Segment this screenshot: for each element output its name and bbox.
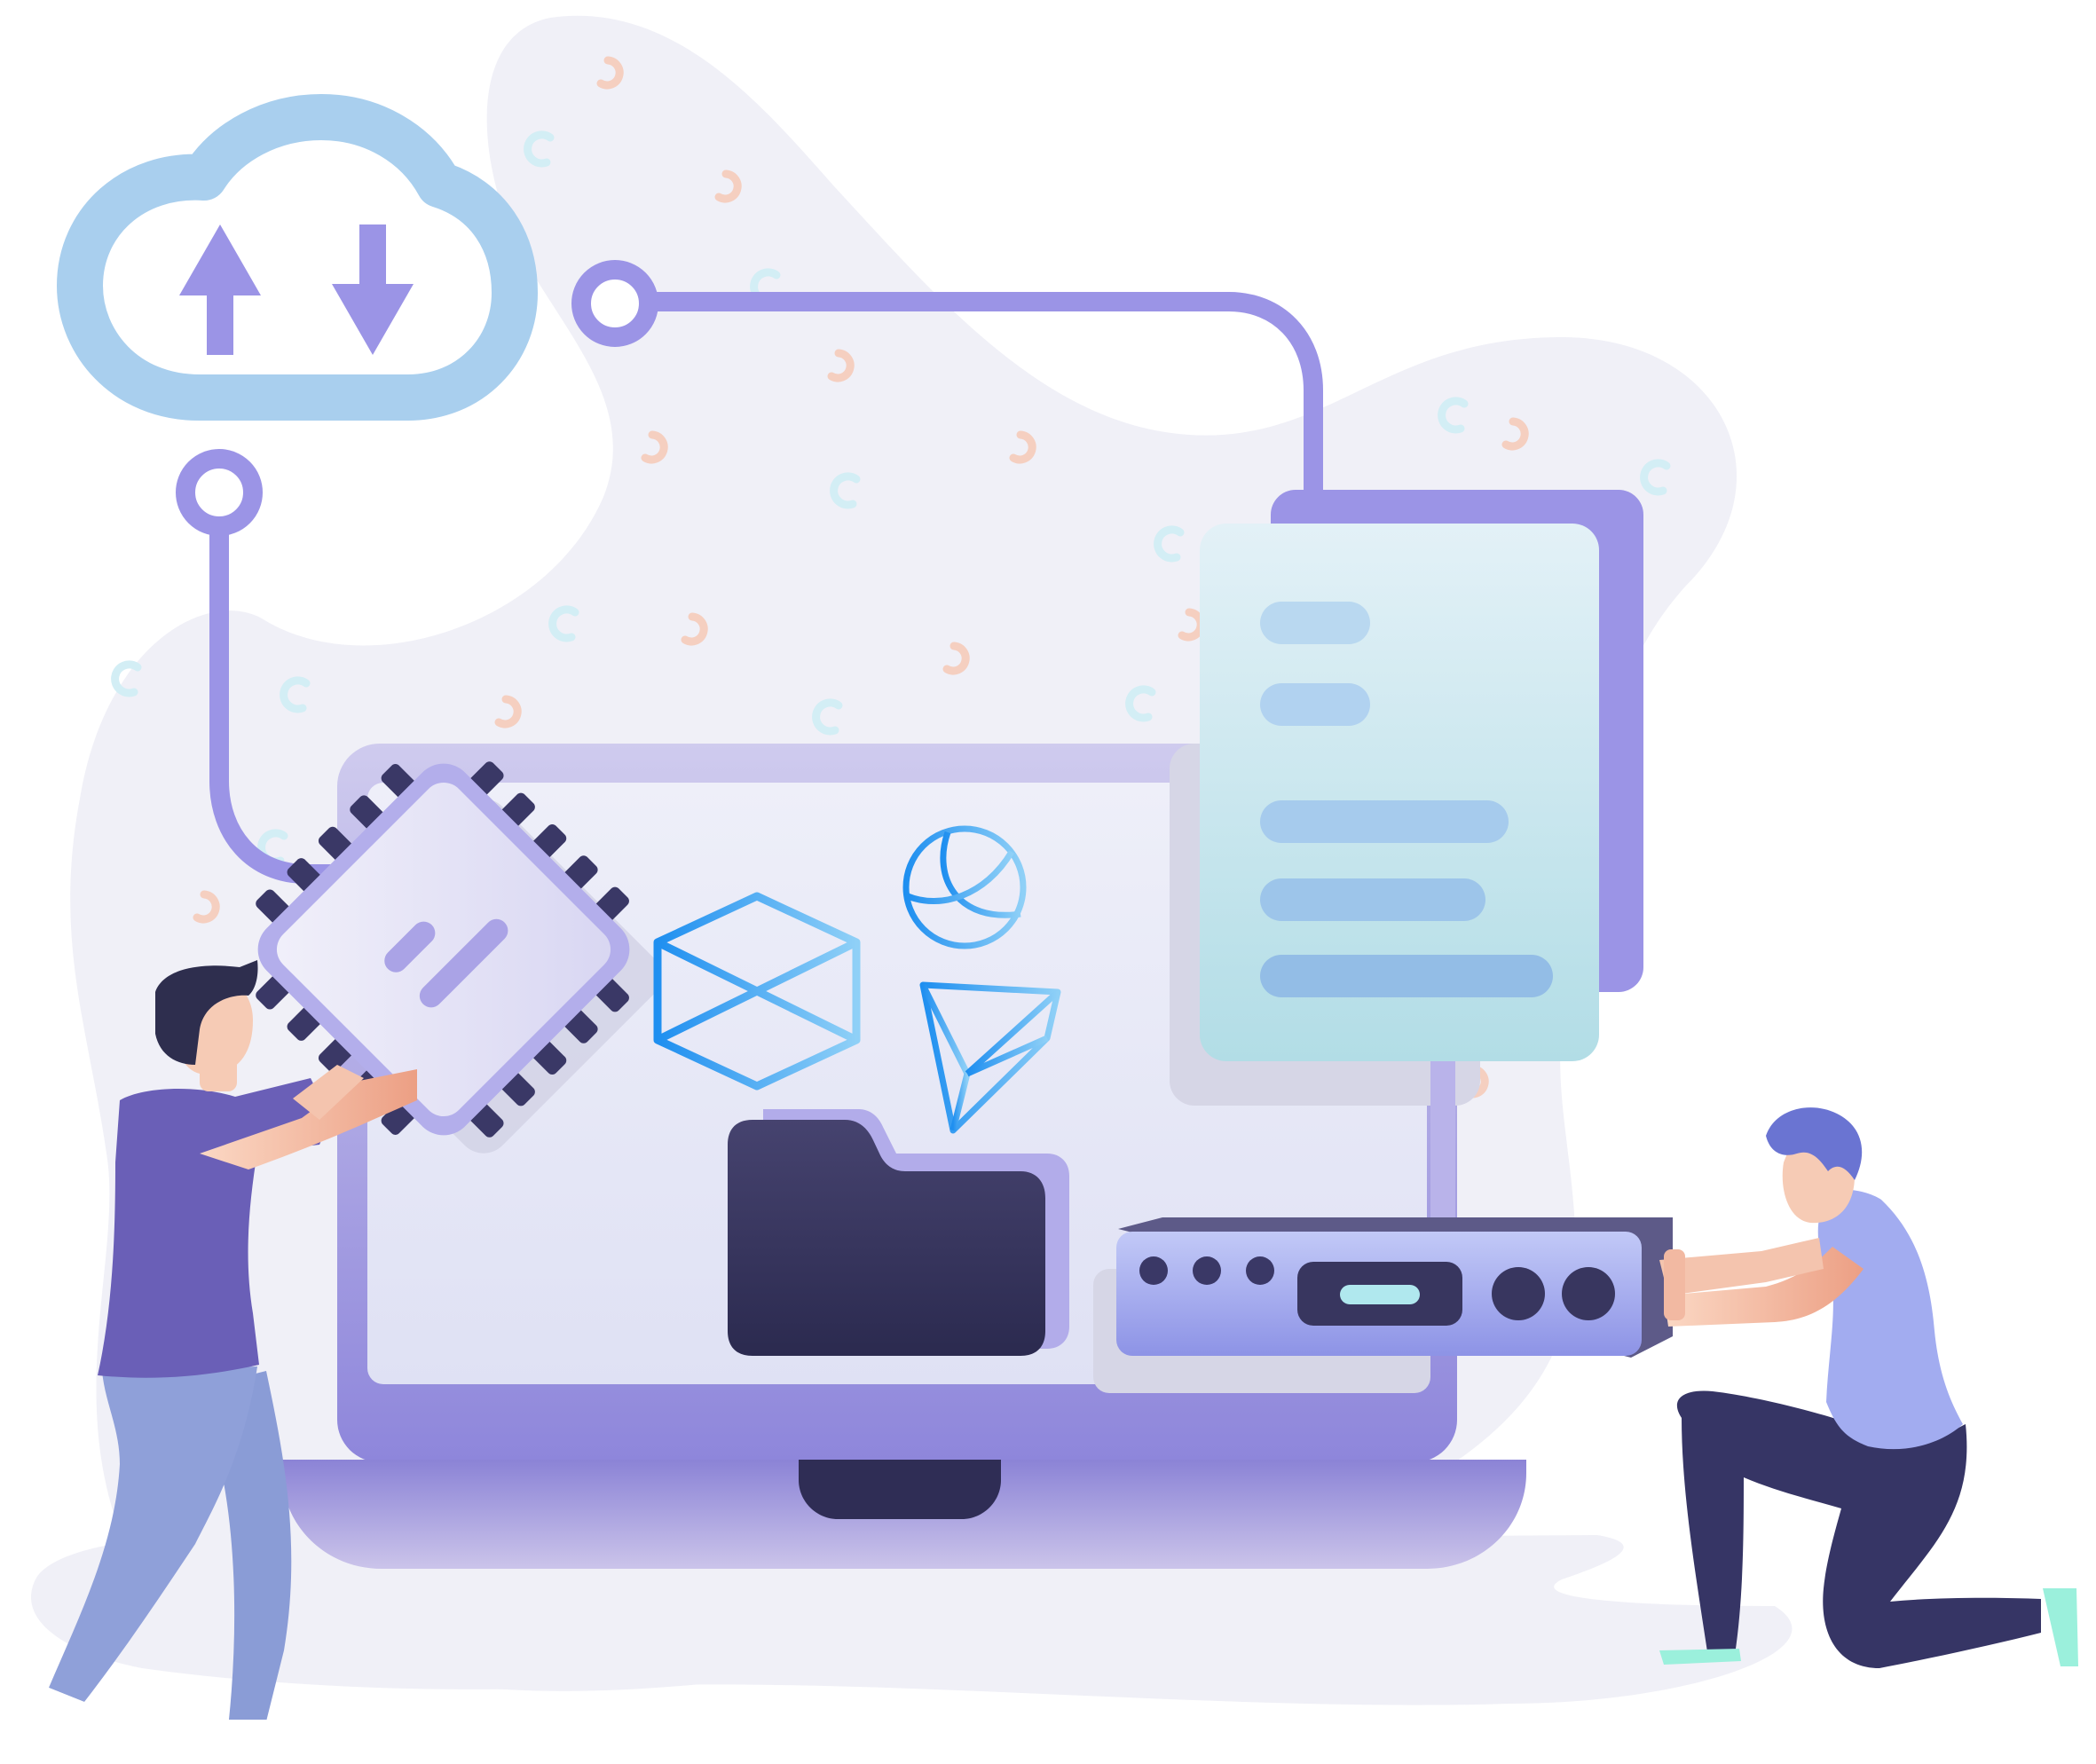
server-rack-icon <box>1093 1217 1673 1393</box>
cloud-sync-icon <box>57 94 538 421</box>
download-arrow-icon <box>332 224 414 355</box>
document-icon <box>1170 490 1643 1106</box>
cloud-computing-illustration <box>31 15 2078 1741</box>
upload-arrow-icon <box>179 224 261 355</box>
stand-line <box>1430 1061 1455 1217</box>
person-right <box>1659 1107 2078 1668</box>
